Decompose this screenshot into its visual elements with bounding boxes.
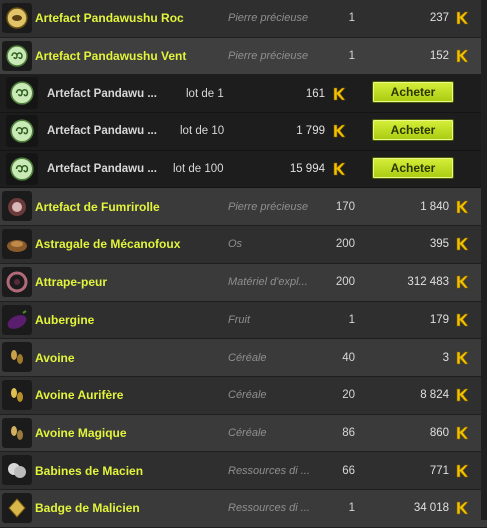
attrape-peur-icon	[2, 266, 32, 297]
buy-button[interactable]: Acheter	[372, 156, 454, 179]
item-price: 860	[429, 426, 449, 439]
item-name: Avoine Magique	[35, 425, 127, 440]
item-level: 1	[348, 50, 355, 63]
item-level: 200	[335, 238, 355, 251]
item-row[interactable]: Avoine Magique Céréale 86 860	[0, 414, 487, 453]
item-price: 395	[429, 238, 449, 251]
item-price: 312 483	[407, 276, 449, 289]
babines-icon	[2, 455, 32, 486]
item-level: 1	[348, 12, 355, 25]
item-level: 200	[335, 276, 355, 289]
kama-icon	[455, 237, 469, 251]
lot-item-name: Artefact Pandawu ...	[47, 125, 157, 138]
item-price: 771	[429, 464, 449, 477]
avoine-magique-icon	[2, 417, 32, 448]
avoine-icon	[2, 342, 32, 373]
item-row[interactable]: Avoine Céréale 40 3	[0, 339, 487, 377]
kama-icon	[455, 49, 469, 63]
kama-icon	[455, 388, 469, 402]
kama-icon	[455, 275, 469, 289]
item-row[interactable]: Babines de Macien Ressources di ... 66 7…	[0, 452, 487, 490]
aubergine-icon	[2, 304, 32, 335]
item-name: Artefact Pandawushu Roc	[35, 11, 184, 26]
item-name: Avoine	[35, 350, 75, 365]
item-level: 1	[348, 502, 355, 515]
lot-size: lot de 1	[186, 87, 224, 100]
kama-icon	[332, 124, 346, 138]
pandawushu-vent-icon	[6, 152, 38, 185]
item-level: 170	[335, 200, 355, 213]
kama-icon	[455, 313, 469, 327]
kama-icon	[455, 464, 469, 478]
badge-icon	[2, 492, 32, 523]
lot-row: Artefact Pandawu ... lot de 10 1 799 Ach…	[0, 113, 487, 151]
kama-icon	[332, 162, 346, 176]
item-price: 34 018	[413, 502, 449, 515]
item-level: 20	[342, 389, 355, 402]
lot-price: 161	[305, 87, 325, 100]
kama-icon	[455, 426, 469, 440]
pandawushu-vent-icon	[6, 115, 38, 148]
item-name: Aubergine	[35, 312, 95, 327]
kama-icon	[332, 87, 346, 101]
item-price: 179	[429, 313, 449, 326]
fumrirolle-icon	[2, 191, 32, 222]
item-name: Attrape-peur	[35, 275, 108, 290]
scrollbar[interactable]	[481, 0, 487, 520]
item-row-selected[interactable]: Artefact Pandawushu Vent Pierre précieus…	[0, 37, 487, 76]
item-row[interactable]: Artefact de Fumrirolle Pierre précieuse …	[0, 188, 487, 227]
kama-icon	[455, 200, 469, 214]
item-price: 152	[429, 50, 449, 63]
lot-price: 15 994	[289, 163, 325, 176]
pandawushu-vent-icon	[6, 77, 38, 110]
item-row[interactable]: Badge de Malicien Ressources di ... 1 34…	[0, 489, 487, 528]
item-name: Artefact Pandawushu Vent	[35, 49, 187, 64]
buy-button[interactable]: Acheter	[372, 119, 454, 142]
item-name: Artefact de Fumrirolle	[35, 199, 160, 214]
lot-item-name: Artefact Pandawu ...	[47, 163, 157, 176]
item-level: 40	[342, 351, 355, 364]
item-row[interactable]: Artefact Pandawushu Roc Pierre précieuse…	[0, 0, 487, 38]
item-level: 1	[348, 313, 355, 326]
item-name: Astragale de Mécanofoux	[35, 237, 181, 252]
avoine-aurifere-icon	[2, 379, 32, 410]
item-row[interactable]: Aubergine Fruit 1 179	[0, 301, 487, 340]
lot-size: lot de 100	[173, 163, 224, 176]
item-list: Artefact Pandawushu Roc Pierre précieuse…	[0, 0, 487, 528]
kama-icon	[455, 351, 469, 365]
item-name: Badge de Malicien	[35, 501, 140, 516]
lot-row: Artefact Pandawu ... lot de 1 161 Achete…	[0, 75, 487, 114]
kama-icon	[455, 11, 469, 25]
item-level: 66	[342, 464, 355, 477]
pandawushu-vent-icon	[2, 40, 32, 71]
astragale-icon	[2, 229, 32, 260]
kama-icon	[455, 501, 469, 515]
lot-size: lot de 10	[180, 125, 225, 138]
item-price: 3	[442, 351, 449, 364]
item-price: 8 824	[420, 389, 449, 402]
item-name: Babines de Macien	[35, 463, 144, 478]
item-row[interactable]: Avoine Aurifère Céréale 20 8 824	[0, 376, 487, 415]
lot-row: Artefact Pandawu ... lot de 100 15 994 A…	[0, 150, 487, 189]
item-price: 1 840	[420, 200, 449, 213]
item-row[interactable]: Attrape-peur Matériel d'expl... 200 312 …	[0, 263, 487, 302]
buy-button[interactable]: Acheter	[372, 81, 454, 104]
item-level: 86	[342, 426, 355, 439]
pandawushu-roc-icon	[2, 3, 32, 33]
item-price: 237	[429, 12, 449, 25]
item-name: Avoine Aurifère	[35, 388, 124, 403]
lot-item-name: Artefact Pandawu ...	[47, 87, 157, 100]
item-row[interactable]: Astragale de Mécanofoux Os 200 395	[0, 226, 487, 264]
lot-price: 1 799	[296, 125, 325, 138]
